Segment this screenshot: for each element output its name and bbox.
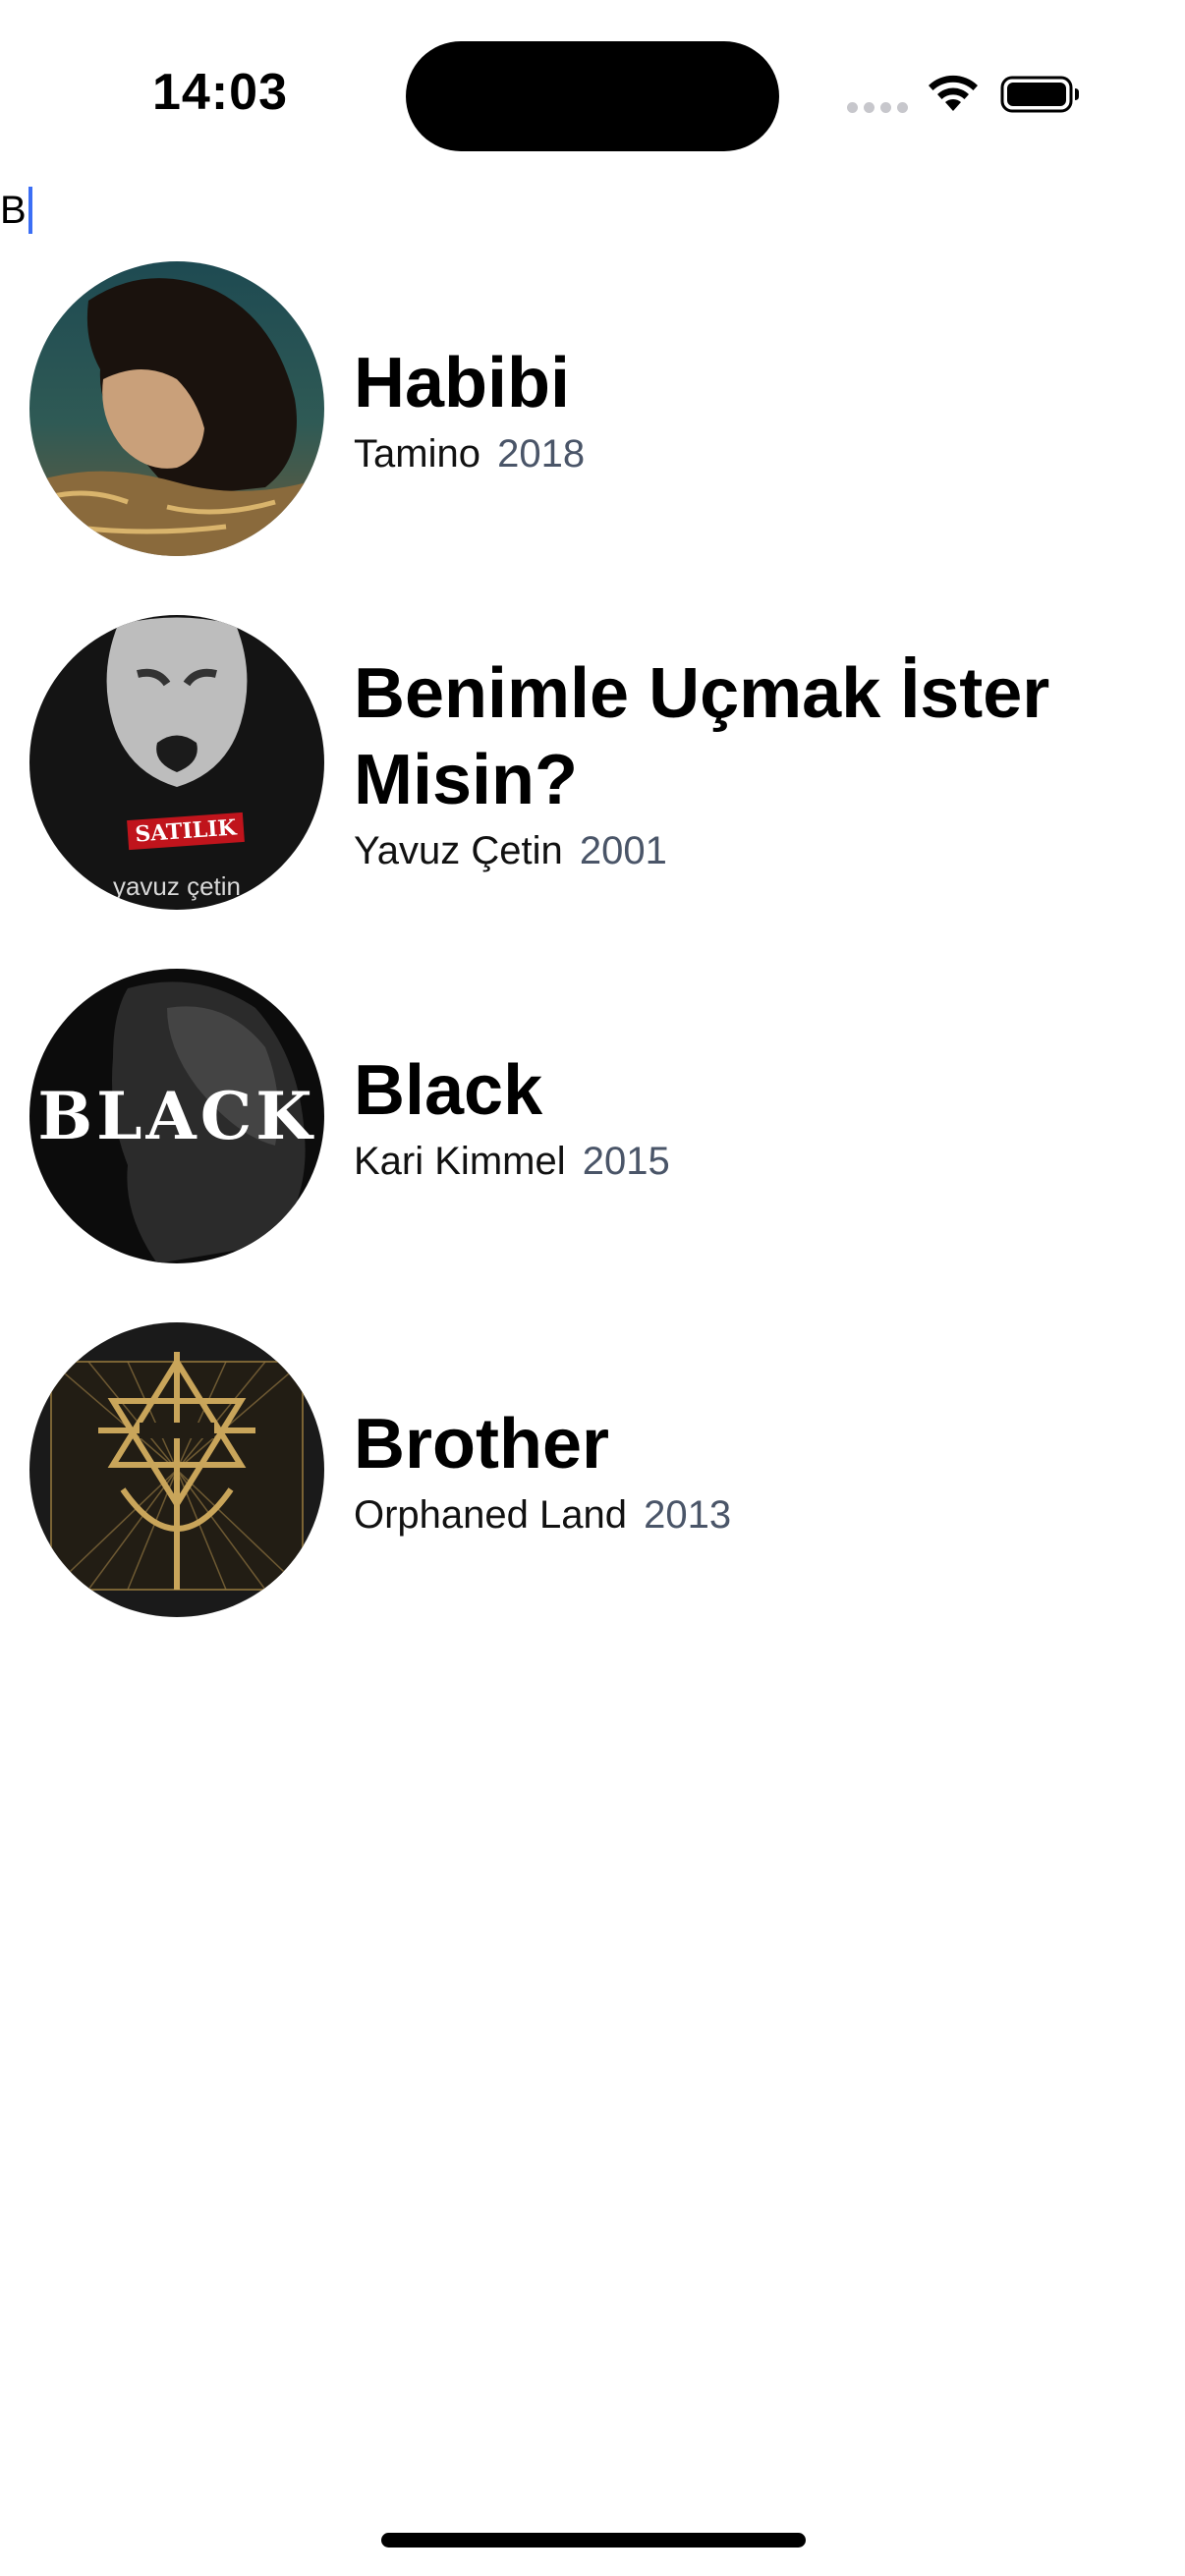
album-art-emblem-icon — [29, 1322, 324, 1617]
dynamic-island — [406, 41, 779, 151]
song-info: Benimle Uçmak İster Misin? Yavuz Çetin 2… — [354, 615, 1159, 910]
album-art-photo-icon: SATILIK yavuz çetin — [29, 615, 324, 910]
song-row-brother[interactable]: Brother Orphaned Land 2013 — [0, 1322, 1185, 1676]
search-input-value: B — [0, 188, 27, 232]
status-bar: 14:03 — [0, 0, 1185, 187]
cellular-signal-icon — [847, 102, 908, 113]
song-info: Black Kari Kimmel 2015 — [354, 969, 1159, 1263]
album-art-photo-icon — [29, 261, 324, 556]
song-row-black[interactable]: BLACK Black Kari Kimmel 2015 — [0, 969, 1185, 1322]
song-info: Brother Orphaned Land 2013 — [354, 1322, 1159, 1617]
song-meta: Kari Kimmel 2015 — [354, 1138, 1159, 1185]
svg-text:BLACK: BLACK — [37, 1078, 315, 1154]
song-year: 2013 — [644, 1493, 732, 1537]
battery-icon — [1000, 76, 1079, 113]
song-title: Benimle Uçmak İster Misin? — [354, 654, 1050, 819]
search-input[interactable]: B — [0, 183, 32, 238]
song-meta: Orphaned Land 2013 — [354, 1491, 1159, 1539]
song-info: Habibi Tamino 2018 — [354, 261, 1159, 556]
song-meta: Yavuz Çetin 2001 — [354, 827, 1159, 874]
song-title: Brother — [354, 1405, 610, 1484]
song-row-benimle-ucmak[interactable]: SATILIK yavuz çetin Benimle Uçmak İster … — [0, 615, 1185, 969]
wifi-icon — [929, 75, 978, 111]
album-art-photo-icon: BLACK — [29, 969, 324, 1263]
song-artist: Tamino — [354, 432, 480, 476]
song-artist: Yavuz Çetin — [354, 829, 563, 872]
svg-text:yavuz çetin: yavuz çetin — [113, 871, 241, 901]
song-year: 2001 — [579, 829, 667, 872]
song-title: Black — [354, 1051, 543, 1130]
song-year: 2015 — [582, 1140, 670, 1183]
song-row-habibi[interactable]: Habibi Tamino 2018 — [0, 261, 1185, 615]
song-year: 2018 — [497, 432, 586, 476]
song-artist: Kari Kimmel — [354, 1140, 566, 1183]
status-time: 14:03 — [152, 64, 288, 121]
song-list: Habibi Tamino 2018 SATILIK yavuz çetin B… — [0, 261, 1185, 1676]
text-caret — [28, 187, 32, 234]
song-artist: Orphaned Land — [354, 1493, 628, 1537]
home-indicator[interactable] — [381, 2533, 806, 2548]
song-title: Habibi — [354, 344, 571, 422]
song-meta: Tamino 2018 — [354, 430, 1159, 477]
